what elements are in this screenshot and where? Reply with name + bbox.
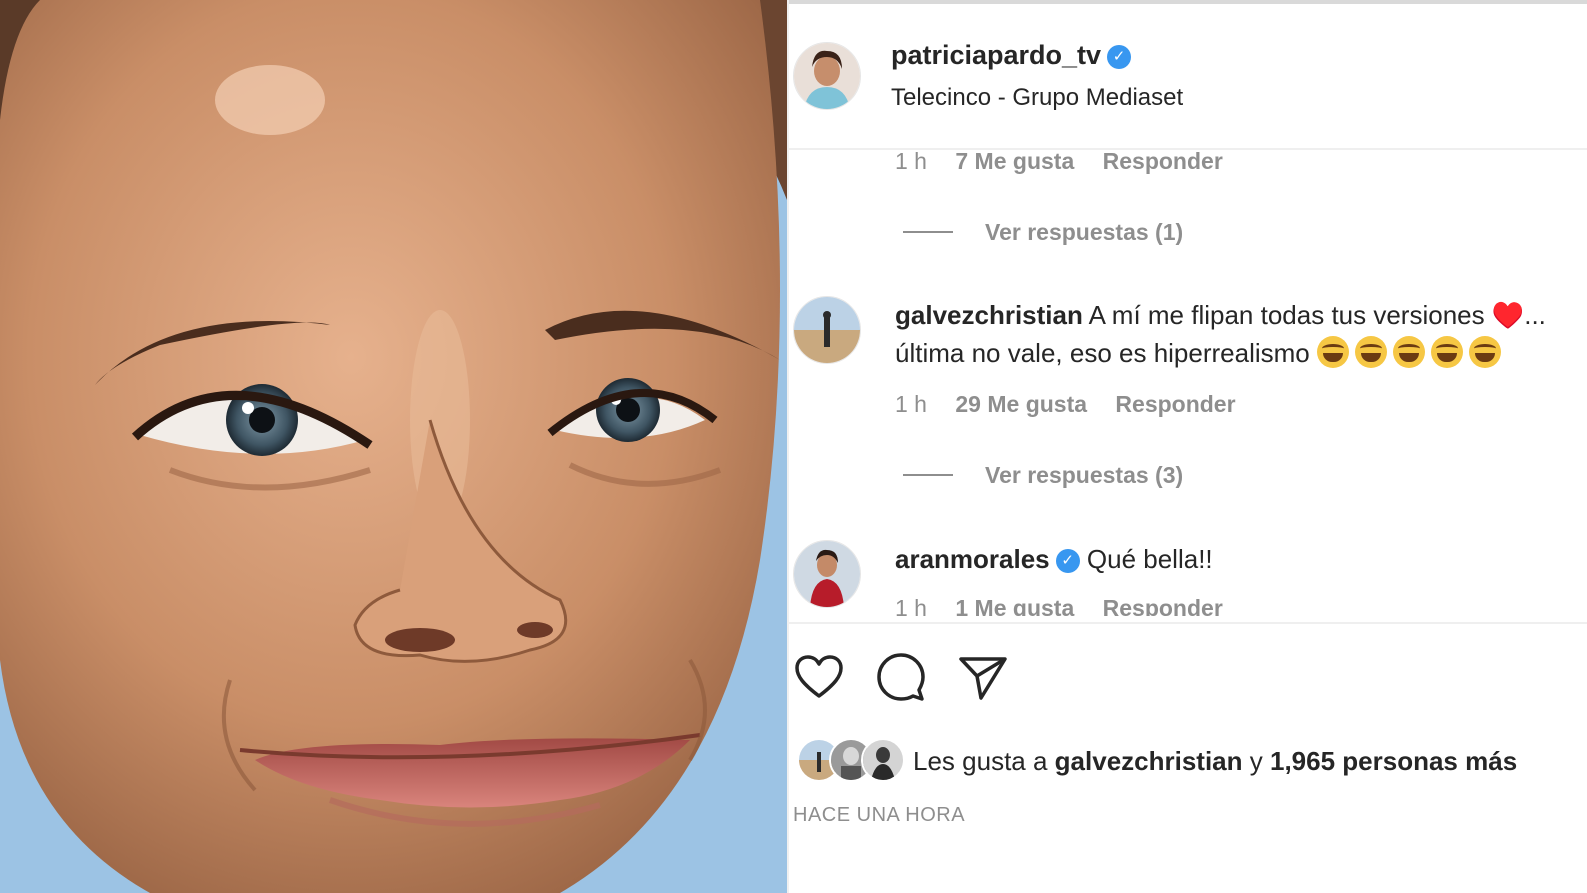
laughing-emoji-icon bbox=[1393, 336, 1425, 368]
liker-avatar bbox=[861, 738, 905, 782]
laughing-emoji-icons bbox=[1317, 336, 1507, 368]
author-avatar[interactable] bbox=[793, 42, 861, 110]
heart-icon[interactable] bbox=[793, 652, 845, 704]
comment-time: 1 h bbox=[895, 595, 927, 616]
view-replies-button[interactable]: Ver respuestas (3) bbox=[903, 462, 1183, 489]
comment-time: 1 h bbox=[895, 391, 927, 417]
comment-text: galvezchristian A mí me flipan todas tus… bbox=[895, 296, 1585, 372]
view-replies-button[interactable]: Ver respuestas (1) bbox=[903, 219, 1183, 246]
comment-body: A mí me flipan todas tus versiones ♥️... bbox=[1088, 300, 1546, 330]
comment-icon[interactable] bbox=[875, 652, 927, 704]
comment-meta: 1 h 29 Me gusta Responder bbox=[895, 391, 1258, 418]
commenter-avatar[interactable] bbox=[793, 296, 861, 364]
share-icon[interactable] bbox=[957, 652, 1009, 704]
commenter-avatar[interactable] bbox=[793, 540, 861, 608]
post-location[interactable]: Telecinco - Grupo Mediaset bbox=[891, 84, 1183, 112]
comment-body-line2: última no vale, eso es hiperrealismo bbox=[895, 338, 1310, 368]
comment-time: 1 h bbox=[895, 148, 927, 174]
verified-badge-icon: ✓ bbox=[1055, 549, 1080, 573]
laughing-emoji-icon bbox=[1355, 336, 1387, 368]
comment-body: Qué bella!! bbox=[1086, 544, 1213, 574]
comment-likes[interactable]: 1 Me gusta bbox=[955, 595, 1074, 616]
likes-conj: y bbox=[1249, 746, 1263, 776]
view-replies-label[interactable]: Ver respuestas (1) bbox=[985, 219, 1183, 245]
view-replies-label[interactable]: Ver respuestas (3) bbox=[985, 462, 1183, 488]
comment-likes[interactable]: 7 Me gusta bbox=[955, 148, 1074, 174]
comment-meta: 1 h 7 Me gusta Responder bbox=[895, 148, 1245, 175]
likes-text[interactable]: Les gusta a galvezchristian y 1,965 pers… bbox=[913, 746, 1517, 777]
post-image bbox=[0, 0, 787, 893]
post-timestamp: HACE UNA HORA bbox=[793, 804, 966, 826]
likes-prefix: Les gusta a bbox=[913, 746, 1048, 776]
replies-line bbox=[903, 231, 953, 233]
author-username-text[interactable]: patriciapardo_tv bbox=[891, 40, 1101, 70]
replies-line bbox=[903, 474, 953, 476]
instagram-comments-panel: patriciapardo_tv ✓ Telecinco - Grupo Medi… bbox=[789, 0, 1587, 893]
laughing-emoji-icon bbox=[1431, 336, 1463, 368]
author-username[interactable]: patriciapardo_tv ✓ bbox=[891, 40, 1132, 71]
comment-likes[interactable]: 29 Me gusta bbox=[955, 391, 1087, 417]
actions-divider bbox=[789, 622, 1587, 624]
comments-scroll-clip: aranmorales ✓ Qué bella!! 1 h 1 Me gusta … bbox=[789, 540, 1587, 616]
comment-meta: 1 h 1 Me gusta Responder bbox=[895, 595, 1245, 616]
child-face-illustration bbox=[0, 0, 787, 893]
verified-badge-icon: ✓ bbox=[1107, 45, 1132, 69]
reply-button[interactable]: Responder bbox=[1103, 595, 1223, 616]
commenter-username[interactable]: galvezchristian bbox=[895, 300, 1083, 330]
commenter-username[interactable]: aranmorales bbox=[895, 544, 1050, 574]
laughing-emoji-icon bbox=[1469, 336, 1501, 368]
top-strip bbox=[789, 0, 1587, 4]
reply-button[interactable]: Responder bbox=[1103, 148, 1223, 174]
likes-count[interactable]: 1,965 personas más bbox=[1270, 746, 1517, 776]
comment-text: aranmorales ✓ Qué bella!! bbox=[895, 540, 1585, 578]
laughing-emoji-icon bbox=[1317, 336, 1349, 368]
liker-username[interactable]: galvezchristian bbox=[1055, 746, 1243, 776]
reply-button[interactable]: Responder bbox=[1115, 391, 1235, 417]
